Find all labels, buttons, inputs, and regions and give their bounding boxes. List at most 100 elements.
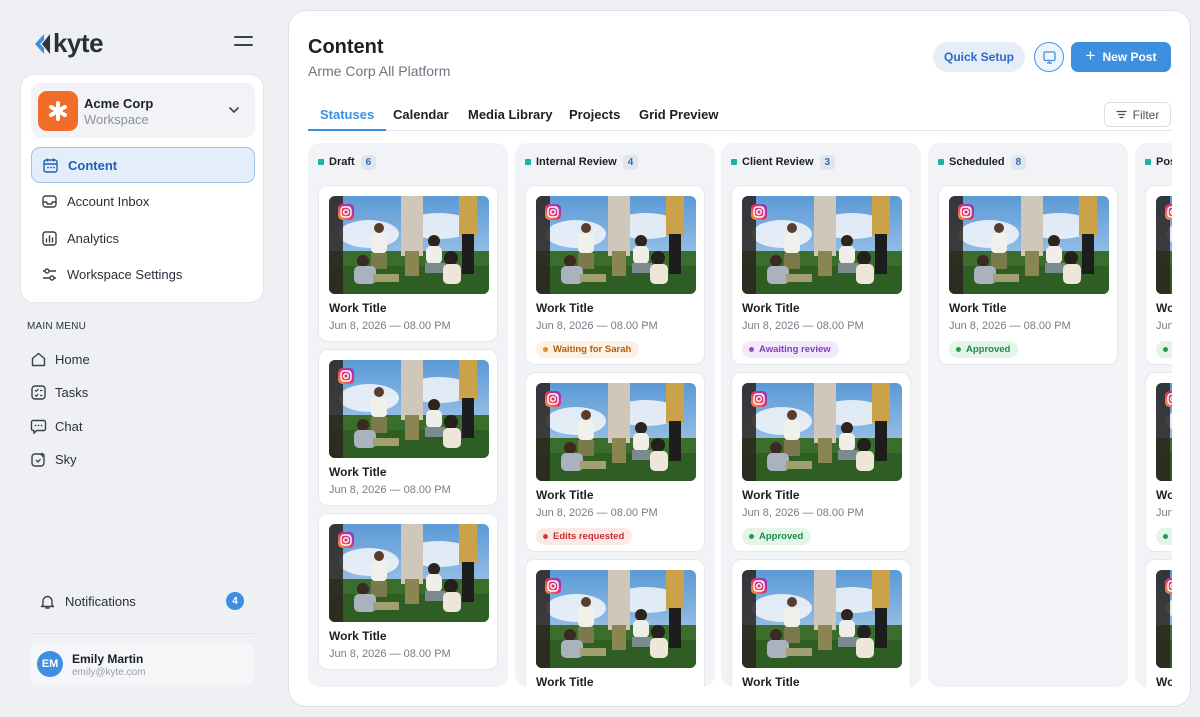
kanban-board: Draft 6 Work Title Jun 8, 2026 — 08.00 PM Wo…: [308, 143, 1172, 687]
post-card[interactable]: Work Title: [731, 559, 911, 687]
new-post-button[interactable]: + New Post: [1071, 42, 1171, 72]
preview-button[interactable]: [1034, 42, 1064, 72]
board-column: Internal Review 4 Work Title Jun 8, 2026 — …: [515, 143, 715, 687]
post-thumbnail: [949, 196, 1109, 294]
notifications-button[interactable]: Notifications 4: [30, 588, 250, 614]
post-date: Jun 8, 2026 — 08.00 PM: [536, 320, 658, 332]
post-title: Work Title: [329, 629, 387, 643]
nav-item-label: Workspace Settings: [67, 266, 183, 282]
post-card[interactable]: Work Title Jun 8, 2026 — 08.00 PM: [318, 185, 498, 342]
instagram-icon: [1165, 578, 1172, 594]
column-header: Client Review 3: [731, 153, 836, 171]
workspace-switcher[interactable]: Acme Corp Workspace: [31, 83, 255, 138]
column-title: Draft: [329, 156, 355, 168]
tab-grid-preview[interactable]: Grid Preview: [627, 107, 730, 131]
avatar: EM: [37, 651, 63, 677]
status-dot: [318, 159, 324, 165]
post-title: Work Title: [742, 675, 800, 687]
main-nav-tasks[interactable]: Tasks: [30, 379, 250, 405]
main-nav-home[interactable]: Home: [30, 346, 250, 372]
nav-item-account-inbox[interactable]: Account Inbox: [31, 183, 255, 219]
view-tabs: Statuses Calendar Media Library Projects…: [308, 99, 1172, 131]
status-dot: [1145, 159, 1151, 165]
settings-sliders-icon: [43, 267, 56, 281]
instagram-icon: [338, 368, 354, 384]
post-card[interactable]: Work Title Jun 8, 2026 — 08.00 PM Approved: [731, 372, 911, 552]
quick-setup-button[interactable]: Quick Setup: [933, 42, 1025, 72]
post-card[interactable]: Work Title Jun 8, 2026 — 08.00 PM: [318, 513, 498, 670]
status-dot: [938, 159, 944, 165]
post-card[interactable]: Work Title Jun 8, 2026 — 08.00 PM Approved: [1145, 372, 1172, 552]
sidebar-divider: [30, 633, 254, 634]
tab-calendar[interactable]: Calendar: [381, 107, 461, 131]
post-thumbnail: [1156, 570, 1172, 668]
post-thumbnail: [329, 360, 489, 458]
tab-projects[interactable]: Projects: [557, 107, 632, 131]
post-card[interactable]: Work Title Jun 8, 2026 — 08.00 PM Approved: [1145, 185, 1172, 365]
column-header: Internal Review 4: [525, 153, 639, 171]
post-card[interactable]: Work Title Jun 8, 2026 — 08.00 PM Awaiting…: [731, 185, 911, 365]
main-nav-chat[interactable]: Chat: [30, 413, 250, 439]
status-badge: Edits requested: [536, 528, 633, 545]
post-date: Jun 8, 2026 — 08.00 PM: [329, 320, 451, 332]
column-title: Scheduled: [949, 156, 1005, 168]
post-card[interactable]: Work Title: [1145, 559, 1172, 687]
post-date: Jun 8, 2026 — 08.00 PM: [536, 507, 658, 519]
main-nav-label: Chat: [55, 418, 83, 434]
status-label: Waiting for Sarah: [553, 344, 632, 355]
status-dot: [731, 159, 737, 165]
calendar-icon: [43, 158, 58, 173]
nav-item-content[interactable]: Content: [31, 147, 255, 183]
filter-label: Filter: [1132, 107, 1160, 122]
post-card[interactable]: Work Title Jun 8, 2026 — 08.00 PM Edits re…: [525, 372, 705, 552]
post-date: Jun 8, 2026 — 08.00 PM: [1156, 320, 1172, 332]
nav-item-label: Analytics: [67, 230, 120, 246]
filter-button[interactable]: Filter: [1104, 102, 1171, 127]
nav-item-analytics[interactable]: Analytics: [31, 220, 255, 256]
post-date: Jun 8, 2026 — 08.00 PM: [329, 484, 451, 496]
kyte-logo-mark-icon: [35, 33, 50, 54]
main-menu-heading: MAIN MENU: [27, 321, 87, 332]
post-title: Work Title: [1156, 301, 1172, 315]
user-profile[interactable]: EM Emily Martin emily@kyte.com: [30, 643, 254, 685]
post-title: Work Title: [329, 465, 387, 479]
status-label: Awaiting review: [759, 344, 831, 355]
instagram-icon: [958, 204, 974, 220]
post-title: Work Title: [536, 301, 594, 315]
post-thumbnail: [536, 196, 696, 294]
analytics-icon: [42, 230, 57, 246]
column-title: Posted: [1156, 156, 1172, 168]
main-nav-sky[interactable]: Sky: [30, 446, 250, 472]
tab-media-library[interactable]: Media Library: [456, 107, 565, 131]
nav-item-label: Account Inbox: [67, 193, 150, 209]
post-title: Work Title: [949, 301, 1007, 315]
nav-item-workspace-settings[interactable]: Workspace Settings: [31, 256, 255, 292]
new-post-label: New Post: [1102, 50, 1157, 64]
post-thumbnail: [1156, 383, 1172, 481]
logo-text: kyte: [53, 28, 104, 58]
menu-toggle-icon[interactable]: [234, 36, 253, 48]
page-title: Content: [308, 36, 384, 58]
post-card[interactable]: Work Title Jun 8, 2026 — 08.00 PM Approved: [938, 185, 1118, 365]
post-thumbnail: [329, 524, 489, 622]
post-card[interactable]: Work Title Jun 8, 2026 — 08.00 PM Waiting …: [525, 185, 705, 365]
tab-statuses[interactable]: Statuses: [308, 107, 387, 131]
post-card[interactable]: Work Title: [525, 559, 705, 687]
bell-icon: [40, 595, 55, 609]
post-title: Work Title: [742, 488, 800, 502]
status-badge: Awaiting review: [742, 341, 839, 358]
status-label: Approved: [759, 531, 804, 542]
kyte-logo[interactable]: kyte: [33, 28, 104, 59]
column-count-badge: 4: [622, 154, 639, 170]
status-badge: Approved: [949, 341, 1019, 358]
post-thumbnail: [742, 570, 902, 668]
post-thumbnail: [742, 383, 902, 481]
status-label: Approved: [966, 344, 1011, 355]
workspace-card: Acme Corp Workspace Content Account Inbo…: [20, 74, 264, 303]
main-panel: Content Arme Corp All Platform Quick Set…: [288, 10, 1191, 707]
main-nav-label: Sky: [55, 451, 77, 467]
post-card[interactable]: Work Title Jun 8, 2026 — 08.00 PM: [318, 349, 498, 506]
post-title: Work Title: [1156, 488, 1172, 502]
board-column: Draft 6 Work Title Jun 8, 2026 — 08.00 PM Wo…: [308, 143, 508, 687]
main-nav-label: Home: [55, 351, 90, 367]
